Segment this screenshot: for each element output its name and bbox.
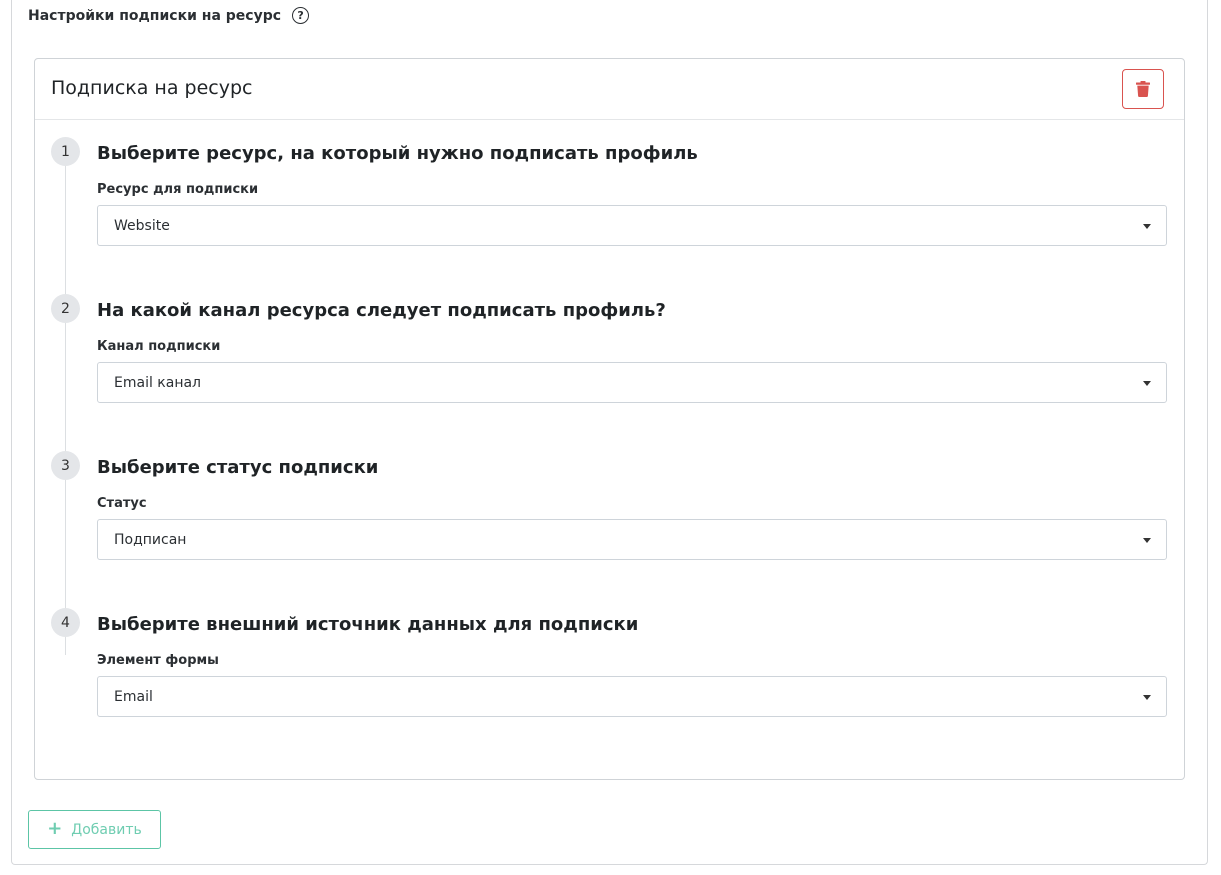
caret-down-icon xyxy=(1143,695,1151,700)
status-select[interactable]: Подписан xyxy=(97,519,1167,560)
field-label: Канал подписки xyxy=(97,339,221,354)
form-element-select[interactable]: Email xyxy=(97,676,1167,717)
select-value: Website xyxy=(114,217,170,234)
card-header: Подписка на ресурс xyxy=(35,59,1184,120)
step-number: 3 xyxy=(51,451,80,480)
field-label: Ресурс для подписки xyxy=(97,182,259,197)
field-label: Элемент формы xyxy=(97,653,219,668)
card-title: Подписка на ресурс xyxy=(51,77,253,99)
add-button[interactable]: + Добавить xyxy=(28,810,161,849)
trash-icon xyxy=(1136,81,1150,97)
select-value: Подписан xyxy=(114,531,187,548)
resource-select[interactable]: Website xyxy=(97,205,1167,246)
question-circle-icon[interactable]: ? xyxy=(292,7,310,24)
section-title: Настройки подписки на ресурс xyxy=(28,7,282,24)
caret-down-icon xyxy=(1143,538,1151,543)
plus-icon: + xyxy=(47,817,63,839)
step-number: 2 xyxy=(51,294,80,323)
step-number: 4 xyxy=(51,608,80,637)
step-heading: Выберите статус подписки xyxy=(97,457,379,478)
select-value: Email канал xyxy=(114,374,202,391)
steps-connector-line xyxy=(65,161,66,655)
field-label: Статус xyxy=(97,496,147,511)
channel-select[interactable]: Email канал xyxy=(97,362,1167,403)
caret-down-icon xyxy=(1143,381,1151,386)
step-heading: Выберите внешний источник данных для под… xyxy=(97,614,639,635)
add-button-label: Добавить xyxy=(71,821,142,838)
section-header: Настройки подписки на ресурс ? xyxy=(28,7,310,24)
select-value: Email xyxy=(114,688,153,705)
caret-down-icon xyxy=(1143,224,1151,229)
delete-button[interactable] xyxy=(1122,69,1164,109)
step-heading: На какой канал ресурса следует подписать… xyxy=(97,300,666,321)
step-heading: Выберите ресурс, на который нужно подпис… xyxy=(97,143,698,164)
subscription-card: Подписка на ресурс 1 Выберите ресурс, на… xyxy=(34,58,1185,780)
step-number: 1 xyxy=(51,137,80,166)
